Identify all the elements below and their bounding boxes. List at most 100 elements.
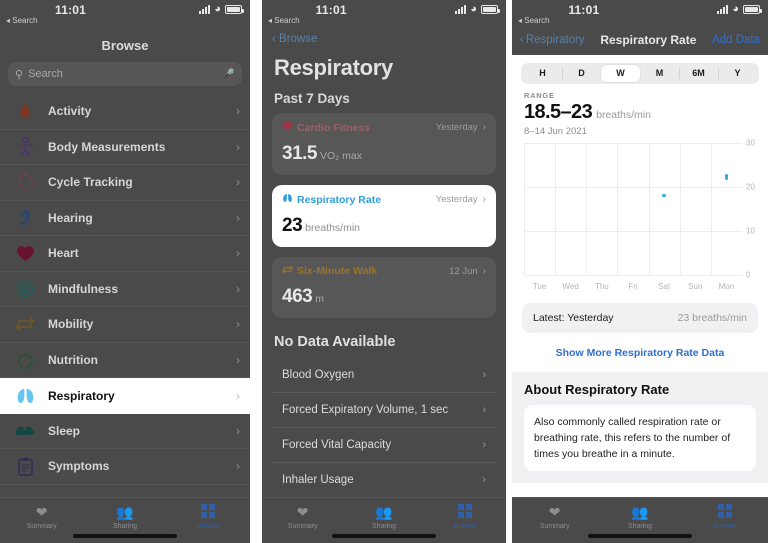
list-item[interactable]: Forced Expiratory Volume, 1 sec ›	[272, 393, 496, 428]
list-item-label: Forced Vital Capacity	[282, 439, 392, 451]
sidebar-item-label: Respiratory	[48, 388, 115, 403]
card-value: 31.5	[282, 143, 317, 164]
segment-h[interactable]: H	[523, 65, 562, 82]
tab-browse[interactable]: Browse	[425, 504, 506, 530]
chevron-right-icon: ›	[236, 175, 240, 190]
tab-sharing[interactable]: 👥 Sharing	[83, 504, 166, 530]
card-header: Cardio Fitness Yesterday ›	[282, 121, 486, 134]
metric-card-six-minute-walk[interactable]: Six-Minute Walk 12 Jun › 463 m	[272, 257, 496, 318]
chevron-right-icon: ›	[236, 423, 240, 438]
chevron-right-icon: ›	[236, 281, 240, 296]
back-label: Browse	[279, 33, 318, 45]
time-range-segmented-control[interactable]: H D W M 6M Y	[521, 63, 759, 84]
page-title: Respiratory Rate	[600, 33, 697, 47]
segment-d[interactable]: D	[562, 65, 601, 82]
sidebar-item-label: Body Measurements	[48, 139, 166, 154]
sidebar-item-heart[interactable]: Heart ›	[0, 236, 250, 272]
list-item[interactable]: Inhaler Usage ›	[272, 463, 496, 498]
add-data-button[interactable]: Add Data	[712, 34, 760, 46]
latest-value-wrap: 23 breaths/min	[678, 312, 747, 324]
card-header: Respiratory Rate Yesterday ›	[282, 193, 486, 206]
chart-gridline-h	[524, 275, 742, 276]
apple-icon	[12, 349, 38, 371]
tab-label: Browse	[713, 523, 737, 530]
back-button-browse[interactable]: ‹ Browse	[262, 30, 506, 51]
heart-icon: ❤	[35, 504, 48, 520]
card-value-row: 463 m	[282, 286, 486, 308]
sidebar-item-symptoms[interactable]: Symptoms ›	[0, 449, 250, 485]
search-input[interactable]: ⚲ Search 🎤	[8, 62, 242, 86]
sidebar-item-label: Sleep	[48, 423, 81, 438]
sidebar-item-body-measurements[interactable]: Body Measurements ›	[0, 130, 250, 165]
chart-gridline-v	[679, 143, 681, 275]
sidebar-item-nutrition[interactable]: Nutrition ›	[0, 343, 250, 378]
latest-value: 23	[677, 312, 690, 324]
chart-x-tick-label: Wed	[562, 282, 579, 291]
chart-data-point[interactable]	[662, 193, 666, 197]
home-indicator	[73, 534, 177, 538]
chart-gridline-v	[555, 143, 557, 275]
tab-summary[interactable]: ❤ Summary	[512, 504, 597, 530]
status-back-search[interactable]: ◂ Search	[268, 16, 300, 25]
status-back-search[interactable]: ◂ Search	[6, 16, 38, 25]
tab-sharing[interactable]: 👥 Sharing	[343, 504, 424, 530]
sidebar-item-cycle-tracking[interactable]: Cycle Tracking ›	[0, 165, 250, 201]
tab-summary[interactable]: ❤ Summary	[262, 504, 343, 530]
tab-bar: ❤ Summary 👥 Sharing Browse	[262, 497, 506, 543]
range-value: 18.5–23	[524, 101, 593, 123]
tab-label: Summary	[26, 523, 57, 530]
sidebar-item-activity[interactable]: Activity ›	[0, 94, 250, 130]
chevron-right-icon: ›	[482, 474, 486, 486]
card-value: 23	[282, 215, 303, 236]
status-icons: ◕	[455, 4, 500, 15]
about-section: About Respiratory Rate Also commonly cal…	[512, 372, 768, 483]
card-unit: breaths/min	[305, 222, 360, 234]
segment-6m[interactable]: 6M	[679, 65, 718, 82]
cellular-bars-icon	[199, 5, 211, 14]
tab-browse[interactable]: Browse	[683, 504, 768, 530]
sidebar-item-mobility[interactable]: Mobility ›	[0, 307, 250, 343]
no-data-title: No Data Available	[274, 334, 396, 350]
latest-reading-row[interactable]: Latest: Yesterday 23 breaths/min	[522, 303, 758, 333]
chart-y-tick-label: 10	[746, 226, 755, 236]
flame-icon	[12, 100, 38, 122]
metric-card-cardio-fitness[interactable]: Cardio Fitness Yesterday › 31.5 VO₂ max	[272, 113, 496, 175]
card-unit: VO₂ max	[319, 150, 362, 162]
chart-gridline-v	[586, 143, 588, 275]
card-title: Six-Minute Walk	[297, 265, 378, 277]
show-more-link[interactable]: Show More Respiratory Rate Data	[512, 333, 768, 372]
cycle-icon	[12, 171, 38, 193]
segment-y[interactable]: Y	[718, 65, 757, 82]
list-item[interactable]: Forced Vital Capacity ›	[272, 428, 496, 463]
wifi-icon: ◕	[214, 3, 221, 15]
chart-gridline-h	[524, 143, 742, 144]
tab-browse[interactable]: Browse	[167, 504, 250, 530]
status-bar: 11:01 ◂ Search ◕	[0, 0, 250, 30]
respiratory-rate-chart[interactable]: 0 10 20 30 Tue Wed Thu Fri Sat Sun Mon	[524, 139, 755, 293]
list-item[interactable]: Blood Oxygen ›	[272, 358, 496, 393]
sidebar-item-mindfulness[interactable]: Mindfulness ›	[0, 272, 250, 307]
heart-icon: ❤	[548, 504, 561, 520]
chevron-right-icon: ›	[236, 246, 240, 261]
chart-data-point[interactable]	[724, 173, 729, 181]
sidebar-item-respiratory[interactable]: Respiratory ›	[0, 378, 250, 414]
sidebar-item-hearing[interactable]: Hearing ›	[0, 201, 250, 236]
tab-summary[interactable]: ❤ Summary	[0, 504, 83, 530]
sidebar-item-sleep[interactable]: Sleep ›	[0, 414, 250, 449]
status-back-search[interactable]: ◂ Search	[518, 16, 550, 25]
sidebar-item-label: Heart	[48, 246, 79, 261]
heart-icon	[282, 121, 293, 134]
segment-w[interactable]: W	[601, 65, 640, 82]
segment-m[interactable]: M	[640, 65, 679, 82]
people-icon: 👥	[116, 504, 134, 520]
category-list: Activity › Body Measurements › Cycle Tra…	[0, 94, 250, 485]
mindfulness-icon	[12, 278, 38, 300]
card-timestamp: 12 Jun	[449, 265, 478, 277]
metric-card-respiratory-rate[interactable]: Respiratory Rate Yesterday › 23 breaths/m…	[272, 185, 496, 247]
tab-bar: ❤ Summary 👥 Sharing Browse	[0, 497, 250, 543]
section-title: Past 7 Days	[274, 91, 350, 106]
tab-bar: ❤ Summary 👥 Sharing Browse	[512, 497, 768, 543]
back-button-respiratory[interactable]: ‹ Respiratory	[520, 34, 585, 46]
microphone-icon[interactable]: 🎤	[221, 68, 235, 81]
tab-sharing[interactable]: 👥 Sharing	[597, 504, 682, 530]
